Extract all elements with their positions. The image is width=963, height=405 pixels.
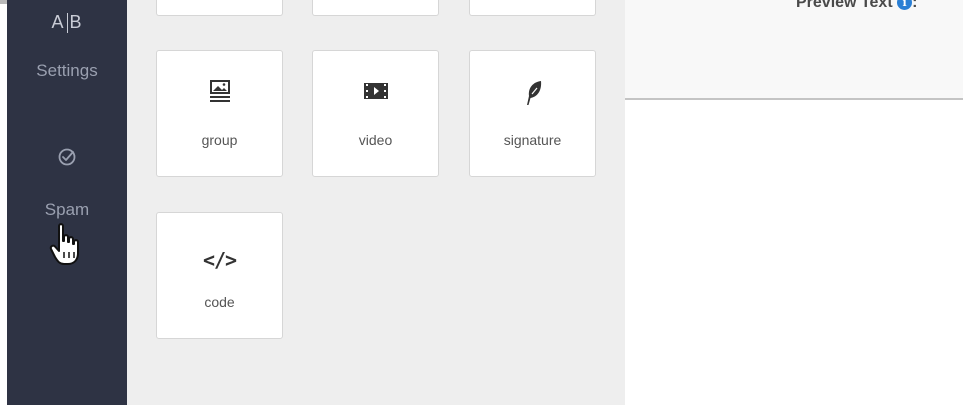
- block-tile-video[interactable]: video: [312, 50, 439, 177]
- tile-label-group: group: [201, 132, 238, 148]
- block-tile-code[interactable]: </> code: [156, 212, 283, 339]
- image-group-icon: [157, 79, 282, 108]
- tile-label-code: code: [204, 294, 235, 310]
- video-icon: [313, 79, 438, 108]
- preview-text-label: Preview Text: [796, 0, 893, 11]
- block-tile-partial[interactable]: [312, 0, 439, 16]
- sidebar-item-spam[interactable]: Spam: [7, 200, 127, 220]
- ab-letter-b: B: [69, 12, 83, 32]
- email-preview-header: [625, 0, 963, 100]
- ab-letter-a: A: [51, 12, 65, 32]
- preview-text-colon: :: [912, 0, 918, 11]
- info-icon[interactable]: i: [897, 0, 913, 11]
- block-tile-group[interactable]: group: [156, 50, 283, 177]
- block-tile-partial[interactable]: [156, 0, 283, 16]
- feather-icon: [470, 79, 595, 112]
- code-icon: </>: [202, 248, 237, 272]
- left-sidebar: AB Settings Spam: [7, 0, 127, 405]
- ab-divider: [66, 13, 68, 34]
- block-tile-signature[interactable]: signature: [469, 50, 596, 177]
- tile-label-signature: signature: [503, 132, 562, 148]
- preview-text-field-label: Preview Text i:: [796, 0, 917, 12]
- tile-label-video: video: [358, 132, 393, 148]
- content-blocks-palette: group video signature </> code: [127, 0, 625, 405]
- block-tile-partial[interactable]: [469, 0, 596, 16]
- hand-pointer-cursor-icon: [49, 222, 85, 273]
- ab-settings-icon[interactable]: AB: [7, 12, 127, 34]
- spam-check-icon[interactable]: [7, 147, 127, 172]
- sidebar-item-settings[interactable]: Settings: [7, 61, 127, 81]
